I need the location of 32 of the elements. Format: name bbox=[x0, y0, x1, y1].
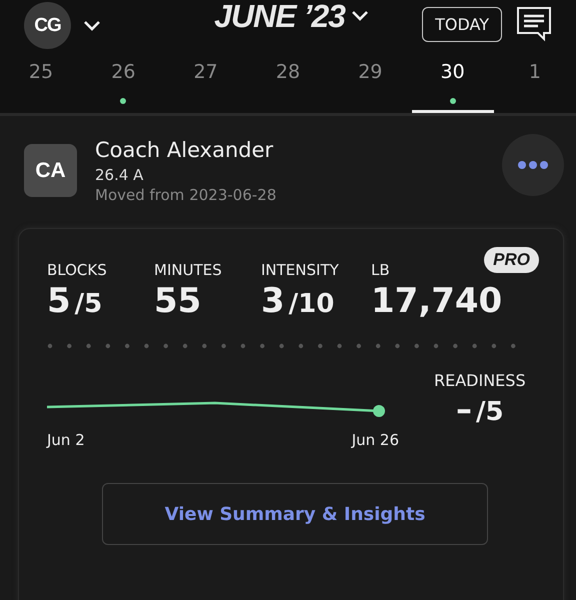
readiness-label: READINESS bbox=[434, 371, 526, 390]
user-avatar[interactable]: CG bbox=[24, 2, 71, 49]
stat-value: 17,740 bbox=[371, 281, 501, 321]
session-code: 26.4 A bbox=[95, 166, 144, 184]
readiness-value: –/5 bbox=[456, 390, 504, 428]
day-tab[interactable]: 29 bbox=[329, 61, 412, 113]
day-tab[interactable]: 28 bbox=[246, 61, 329, 113]
chevron-down-icon[interactable] bbox=[83, 20, 101, 32]
message-icon[interactable] bbox=[516, 6, 552, 42]
stat-value: 3/10 bbox=[261, 281, 336, 321]
chevron-down-icon[interactable] bbox=[350, 10, 369, 22]
day-tab[interactable]: 27 bbox=[164, 61, 247, 113]
coach-avatar: CA bbox=[24, 144, 77, 197]
trend-end-label: Jun 26 bbox=[352, 431, 399, 449]
day-tab[interactable]: 30 bbox=[412, 61, 494, 113]
day-tab[interactable]: 25 bbox=[0, 61, 82, 113]
view-summary-button[interactable]: View Summary & Insights bbox=[102, 483, 488, 545]
pro-badge: PRO bbox=[484, 247, 539, 273]
stat-label: LB bbox=[371, 261, 391, 279]
stat-value: 55 bbox=[154, 281, 202, 321]
more-icon bbox=[517, 160, 549, 170]
stat-value: 5/5 bbox=[47, 281, 104, 321]
day-tab[interactable]: 1 bbox=[494, 61, 576, 113]
trend-start-label: Jun 2 bbox=[47, 431, 85, 449]
coach-name: Coach Alexander bbox=[95, 138, 274, 162]
month-title[interactable]: JUNE ’23 bbox=[214, 0, 345, 34]
today-button[interactable]: TODAY bbox=[422, 6, 502, 42]
stat-label: INTENSITY bbox=[261, 261, 340, 279]
stat-label: BLOCKS bbox=[47, 261, 108, 279]
stat-label: MINUTES bbox=[154, 261, 223, 279]
moved-note: Moved from 2023-06-28 bbox=[95, 186, 278, 204]
day-tab[interactable]: 26 bbox=[82, 61, 164, 113]
